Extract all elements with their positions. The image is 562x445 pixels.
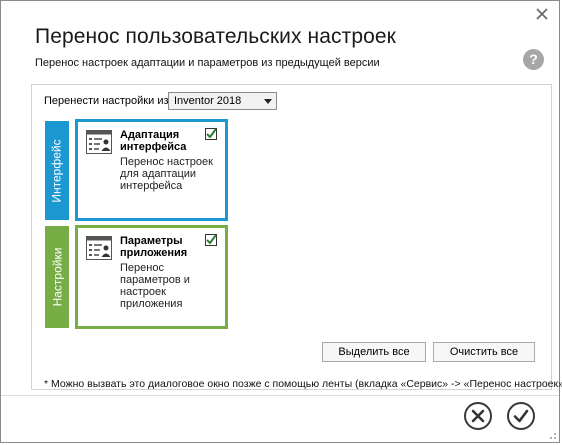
transfer-settings-dialog: Перенос пользовательских настроек Перено…: [0, 0, 562, 443]
interface-customization-card[interactable]: Адаптация интерфейса Перенос настроек дл…: [75, 119, 228, 221]
settings-form-icon: [86, 236, 112, 260]
ok-button[interactable]: [507, 402, 535, 430]
tab-interface: Интерфейс: [45, 121, 69, 220]
help-icon[interactable]: ?: [523, 49, 544, 70]
card-description: Перенос параметров и настроек приложения: [120, 262, 190, 310]
tab-settings-label: Настройки: [50, 247, 64, 307]
migrate-from-value: Inventor 2018: [174, 95, 242, 107]
dialog-subtitle: Перенос настроек адаптации и параметров …: [35, 57, 380, 69]
dropdown-arrow-icon: [264, 99, 272, 104]
dialog-title: Перенос пользовательских настроек: [35, 25, 396, 48]
migrate-from-label: Перенести настройки из:: [44, 95, 172, 107]
tab-settings: Настройки: [45, 226, 69, 328]
cancel-icon: [471, 409, 485, 423]
card-title: Параметры приложения: [120, 235, 188, 259]
card-title: Адаптация интерфейса: [120, 129, 187, 153]
close-icon[interactable]: [535, 7, 549, 21]
resize-grip-icon[interactable]: [547, 430, 557, 440]
application-options-card[interactable]: Параметры приложения Перенос параметров …: [75, 225, 228, 329]
clear-all-button[interactable]: Очистить все: [433, 342, 535, 362]
tab-interface-label: Интерфейс: [50, 138, 64, 203]
select-all-button[interactable]: Выделить все: [322, 342, 426, 362]
footer-divider: [1, 395, 559, 396]
migrate-from-select[interactable]: Inventor 2018: [168, 92, 277, 110]
cancel-button[interactable]: [464, 402, 492, 430]
settings-form-icon: [86, 130, 112, 154]
ok-icon: [513, 409, 529, 423]
footnote-text: * Можно вызвать это диалоговое окно позж…: [44, 378, 562, 390]
card-description: Перенос настроек для адаптации интерфейс…: [120, 156, 213, 192]
